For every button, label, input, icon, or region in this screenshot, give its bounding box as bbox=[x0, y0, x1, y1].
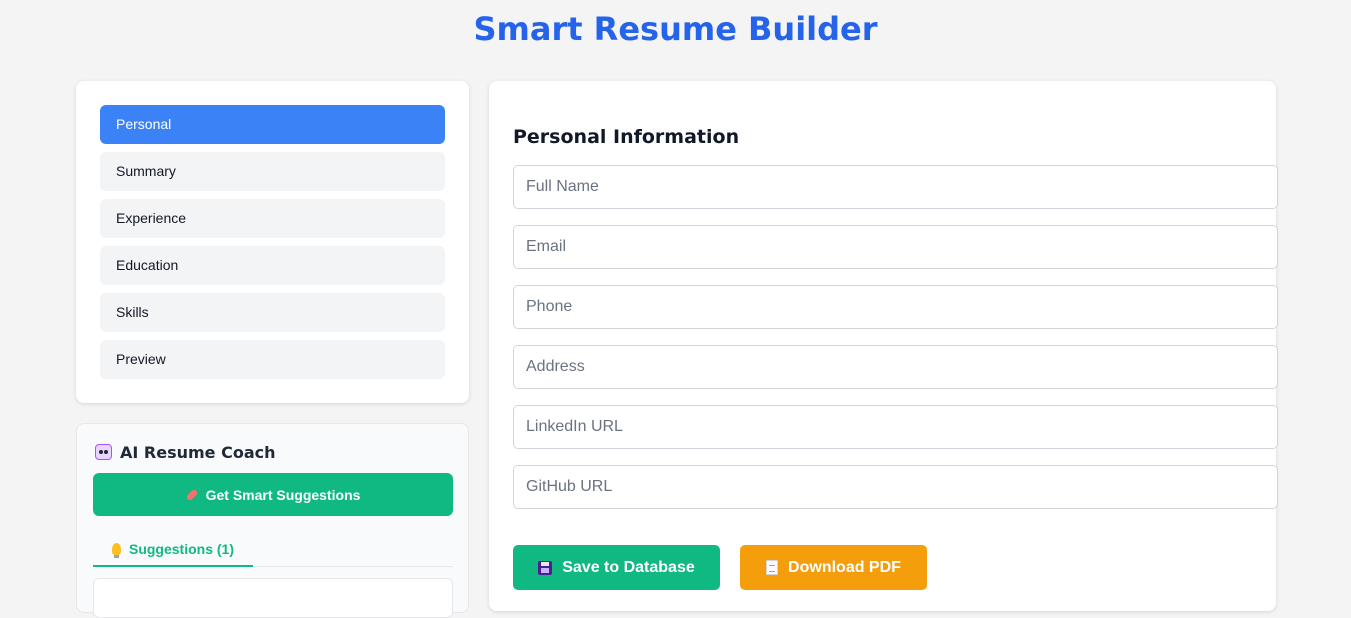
address-input[interactable] bbox=[513, 345, 1278, 389]
email-input[interactable] bbox=[513, 225, 1278, 269]
tab-suggestions[interactable]: Suggestions (1) bbox=[93, 533, 253, 567]
get-suggestions-button[interactable]: Get Smart Suggestions bbox=[93, 473, 453, 516]
download-pdf-button[interactable]: Download PDF bbox=[740, 545, 927, 590]
robot-icon bbox=[95, 444, 112, 460]
document-icon bbox=[766, 560, 779, 575]
save-button-label: Save to Database bbox=[562, 558, 695, 576]
get-suggestions-label: Get Smart Suggestions bbox=[205, 486, 361, 503]
nav-item-summary[interactable]: Summary bbox=[100, 152, 445, 191]
page-title: Smart Resume Builder bbox=[473, 10, 878, 48]
lightbulb-icon bbox=[111, 543, 121, 558]
full-name-input[interactable] bbox=[513, 165, 1278, 209]
coach-tabs: Suggestions (1) bbox=[93, 533, 453, 567]
coach-title: AI Resume Coach bbox=[120, 442, 276, 462]
section-title: Personal Information bbox=[513, 126, 740, 148]
nav-item-preview[interactable]: Preview bbox=[100, 340, 445, 379]
suggestion-card bbox=[93, 578, 453, 618]
github-url-input[interactable] bbox=[513, 465, 1278, 509]
linkedin-url-input[interactable] bbox=[513, 405, 1278, 449]
nav-item-experience[interactable]: Experience bbox=[100, 199, 445, 238]
personal-info-form: Personal Information Save to Database Do… bbox=[489, 81, 1278, 611]
nav-item-personal[interactable]: Personal bbox=[100, 105, 445, 144]
coach-header: AI Resume Coach bbox=[95, 442, 276, 462]
section-nav: Personal Summary Experience Education Sk… bbox=[76, 81, 469, 403]
pdf-button-label: Download PDF bbox=[788, 558, 901, 576]
save-to-database-button[interactable]: Save to Database bbox=[513, 545, 720, 590]
pill-icon bbox=[185, 488, 198, 501]
nav-item-skills[interactable]: Skills bbox=[100, 293, 445, 332]
floppy-disk-icon bbox=[538, 560, 553, 575]
nav-item-education[interactable]: Education bbox=[100, 246, 445, 285]
phone-input[interactable] bbox=[513, 285, 1278, 329]
ai-coach-panel: AI Resume Coach Get Smart Suggestions Su… bbox=[76, 423, 469, 618]
tab-suggestions-label: Suggestions (1) bbox=[128, 541, 234, 557]
